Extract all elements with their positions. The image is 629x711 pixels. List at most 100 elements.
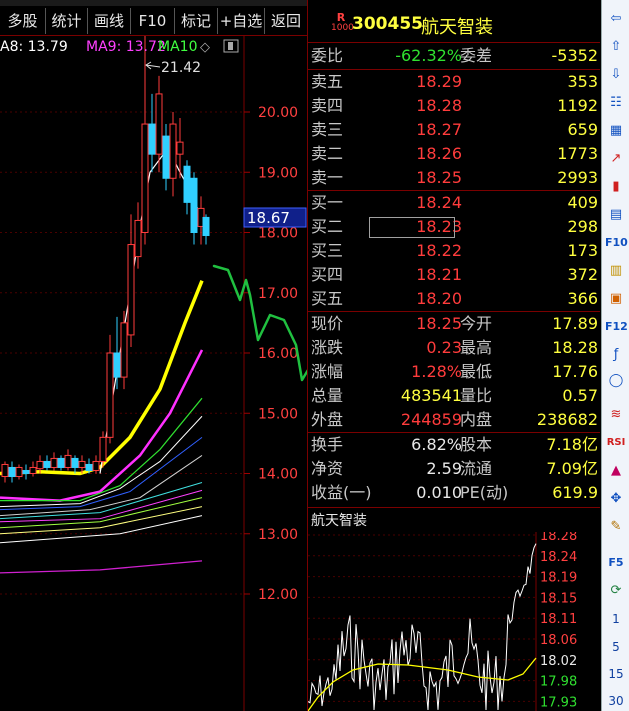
intraday-tick-label: 18.24 — [540, 550, 577, 565]
stat-row: 涨跌 0.23 最高 18.28 — [311, 338, 598, 357]
chart-toolbar: 多股 统计 画线 F10 标记 +自选 返回 — [0, 0, 307, 36]
move-icon[interactable]: ✥ — [605, 488, 627, 510]
ma-line — [0, 349, 204, 502]
legend-ma10: MA10 — [158, 39, 197, 55]
bid-row: 买四 18.21 372 — [311, 265, 598, 284]
f10-icon[interactable]: F10 — [605, 232, 628, 254]
price-tick-label: 13.00 — [258, 527, 298, 543]
stat-row: 总量 483541 量比 0.57 — [311, 386, 598, 405]
candle-body — [22, 469, 30, 474]
rsi-icon[interactable]: RSI — [605, 432, 627, 454]
candle-body — [190, 177, 198, 233]
candle-body — [148, 123, 156, 155]
stock-name: 航天智装 — [421, 17, 493, 38]
ask-row: 卖三 18.27 659 — [311, 120, 598, 139]
stat-row: 现价 18.25 今开 17.89 — [311, 314, 598, 333]
candle-body — [106, 352, 114, 438]
high-price-label: 21.42 — [161, 60, 201, 76]
refresh-icon[interactable]: ⟳ — [605, 580, 627, 602]
bid-row: 买五 18.20 366 — [311, 289, 598, 308]
f12-icon[interactable]: F12 — [605, 316, 628, 338]
price-tick-label: 12.00 — [258, 587, 298, 603]
candle-body — [1, 463, 9, 478]
candle-body — [155, 93, 163, 155]
period-30[interactable]: 30 — [602, 694, 629, 708]
arrow-left-icon[interactable]: ⇦ — [605, 8, 627, 30]
legend-ma8: A8: 13.79 — [0, 39, 68, 55]
intraday-tick-label: 18.06 — [540, 633, 577, 648]
candle-body — [85, 463, 93, 471]
pencil-icon[interactable]: ✎ — [605, 516, 627, 538]
kline-icon[interactable]: ▮ — [605, 176, 627, 198]
draw-line-button[interactable]: 画线 — [87, 8, 130, 34]
notes-icon[interactable]: ▥ — [605, 260, 627, 282]
quote-list-icon[interactable]: ☷ — [605, 92, 627, 114]
period-1[interactable]: 1 — [602, 612, 629, 626]
candle-body — [92, 460, 100, 471]
candle-body — [29, 466, 37, 475]
intraday-tick-label: 18.28 — [540, 532, 577, 544]
candle-body — [183, 165, 191, 203]
r-badge: R 1000 — [331, 11, 354, 33]
report-icon[interactable]: ▤ — [605, 204, 627, 226]
f10-button[interactable]: F10 — [130, 8, 174, 34]
candle-body — [141, 123, 149, 233]
candle-body — [15, 466, 23, 478]
candle-body — [202, 216, 210, 237]
candle-body — [78, 460, 86, 468]
intraday-chart[interactable]: 18.28 18.24 18.19 18.15 18.11 18.06 18.02 17.98… — [308, 532, 600, 711]
candle-body — [127, 244, 135, 336]
arrow-down-icon[interactable]: ⇩ — [605, 64, 627, 86]
candle-body — [8, 466, 16, 478]
mark-button[interactable]: 标记 — [174, 8, 217, 34]
arrow-up-icon[interactable]: ⇧ — [605, 36, 627, 58]
multi-stock-button[interactable]: 多股 — [0, 8, 45, 34]
intraday-tick-label: 17.93 — [540, 695, 577, 710]
current-price-tag: 18.67 — [243, 207, 307, 228]
candle-body — [134, 219, 142, 258]
period-15[interactable]: 15 — [602, 667, 629, 681]
candle-body — [176, 141, 184, 155]
table-icon[interactable]: ▦ — [605, 120, 627, 142]
candle-body — [113, 352, 121, 378]
price-tick-label: 14.00 — [258, 467, 298, 483]
window-top-strip — [0, 0, 307, 6]
line-chart-icon[interactable]: ↗ — [605, 148, 627, 170]
indicator-icon[interactable]: ▲ — [605, 460, 627, 482]
candle-body — [99, 436, 107, 462]
back-button[interactable]: 返回 — [264, 8, 307, 34]
intraday-tick-label: 18.19 — [540, 571, 577, 586]
circle-icon[interactable]: ◯ — [605, 370, 627, 392]
moving-averages — [0, 147, 206, 574]
wave-icon[interactable]: ≋ — [605, 404, 627, 426]
ma-line — [0, 515, 203, 544]
candlesticks — [1, 36, 210, 483]
period-5[interactable]: 5 — [602, 640, 629, 654]
ma-legend: A8: 13.79 MA9: 13.72 MA10 ◇ — [0, 39, 239, 55]
selected-price-box[interactable] — [369, 217, 455, 238]
intraday-title: 航天智装 — [311, 513, 367, 529]
ask-row: 卖二 18.26 1773 — [311, 144, 598, 163]
candle-body — [64, 454, 72, 468]
bookmark-icon[interactable]: ▣ — [605, 288, 627, 310]
candle-body — [50, 457, 58, 468]
candle-body — [43, 460, 51, 468]
diamond-icon[interactable]: ◇ — [200, 40, 210, 55]
intraday-tick-label: 18.02 — [540, 654, 577, 669]
order-ratio-row: 委比 -62.32% 委差 -5352 — [311, 46, 598, 65]
right-toolbar: ⇦ ⇧ ⇩ ☷ ▦ ↗ ▮ ▤ F10 ▥ ▣ F12 ƒ ◯ ≋ RSI ▲ … — [601, 0, 629, 711]
price-tick-label: 19.00 — [258, 165, 298, 181]
candle-body — [120, 322, 128, 378]
intraday-tick-label: 18.15 — [540, 591, 577, 606]
formula-icon[interactable]: ƒ — [605, 344, 627, 366]
quote-panel: R 1000 300455 航天智装 委比 -62.32% 委差 -5352 卖… — [307, 0, 601, 711]
f5-icon[interactable]: F5 — [605, 552, 627, 574]
add-watchlist-button[interactable]: +自选 — [217, 8, 264, 34]
candle-body — [57, 457, 65, 468]
stock-header: R 1000 300455 航天智装 — [308, 10, 602, 38]
fundamental-row: 收益(一) 0.010 PE(动) 619.9 — [311, 483, 598, 502]
stock-code: 300455 — [352, 14, 423, 34]
stat-row: 涨幅 1.28% 最低 17.76 — [311, 362, 598, 381]
ma-line — [0, 560, 203, 574]
statistics-button[interactable]: 统计 — [45, 8, 87, 34]
